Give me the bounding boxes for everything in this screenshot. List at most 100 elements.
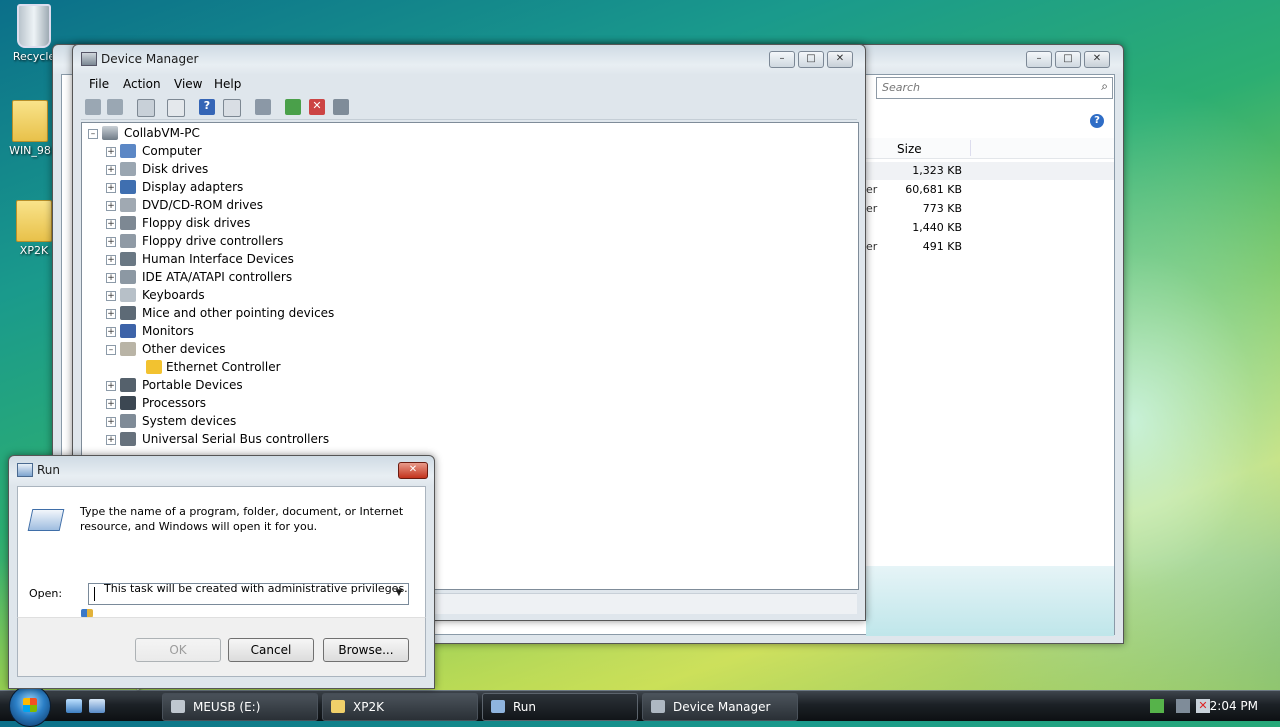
expand-icon[interactable]: + xyxy=(106,435,116,445)
menu-help[interactable]: Help xyxy=(214,77,241,91)
expand-icon[interactable]: + xyxy=(106,165,116,175)
folder-icon xyxy=(16,200,52,242)
show-hide-tree-icon[interactable] xyxy=(137,99,155,117)
search-placeholder: Search xyxy=(882,81,921,94)
expand-icon[interactable]: + xyxy=(106,147,116,157)
network-icon[interactable] xyxy=(1176,699,1190,713)
tree-item-label: Keyboards xyxy=(142,288,205,302)
expand-icon[interactable]: + xyxy=(106,381,116,391)
properties-icon[interactable] xyxy=(167,99,185,117)
title-bar[interactable]: Run ✕ xyxy=(9,456,434,484)
close-button[interactable]: ✕ xyxy=(398,462,428,479)
menu-view[interactable]: View xyxy=(174,77,202,91)
tree-item-label: Computer xyxy=(142,144,202,158)
expand-icon[interactable]: + xyxy=(106,183,116,193)
search-icon[interactable]: ⌕ xyxy=(1101,79,1108,94)
file-size: 1,323 KB xyxy=(912,164,962,177)
tree-item-label: Universal Serial Bus controllers xyxy=(142,432,330,446)
expand-icon[interactable]: + xyxy=(106,255,116,265)
details-pane xyxy=(866,566,1114,636)
search-input[interactable]: Search ⌕ xyxy=(876,77,1113,99)
volume-muted-icon[interactable]: ✕ xyxy=(1196,699,1210,713)
collapse-icon[interactable]: – xyxy=(88,129,98,139)
back-arrow-icon[interactable] xyxy=(85,99,101,115)
safely-remove-icon[interactable] xyxy=(1150,699,1164,713)
close-button[interactable]: ✕ xyxy=(827,51,853,68)
warning-device-icon xyxy=(146,360,162,374)
update-driver-icon[interactable] xyxy=(285,99,301,115)
scan-hardware-icon[interactable] xyxy=(255,99,271,115)
taskbar-item-meusb[interactable]: MEUSB (E:) xyxy=(162,693,318,721)
tree-item-label: Other devices xyxy=(142,342,226,356)
device-category-icon xyxy=(120,342,136,356)
tree-item-label: Display adapters xyxy=(142,180,244,194)
device-category-icon xyxy=(120,324,136,338)
minimize-button[interactable]: – xyxy=(1026,51,1052,68)
expand-icon[interactable]: + xyxy=(106,309,116,319)
file-row[interactable]: 1,323 KB xyxy=(866,162,1114,180)
file-row[interactable]: er 773 KB xyxy=(866,200,1114,218)
windows-logo-icon xyxy=(23,698,37,712)
ok-button[interactable]: OK xyxy=(135,638,221,662)
taskbar-item-device-manager[interactable]: Device Manager xyxy=(642,693,798,721)
open-label: Open: xyxy=(29,587,63,600)
device-category-icon xyxy=(120,378,136,392)
taskbar-item-xp2k[interactable]: XP2K xyxy=(322,693,478,721)
run-dialog[interactable]: Run ✕ Type the name of a program, folder… xyxy=(8,455,435,689)
menu-action[interactable]: Action xyxy=(123,77,161,91)
expand-icon[interactable]: + xyxy=(106,399,116,409)
drive-icon xyxy=(171,700,185,713)
device-category-icon xyxy=(120,216,136,230)
desktop-icon-label: WIN_98 xyxy=(9,144,51,157)
device-category-icon xyxy=(120,162,136,176)
expand-icon[interactable]: + xyxy=(106,417,116,427)
device-category-icon xyxy=(120,180,136,194)
start-button[interactable] xyxy=(9,685,51,727)
file-row[interactable]: 1,440 KB xyxy=(866,219,1114,237)
collapse-icon[interactable]: – xyxy=(106,345,116,355)
cancel-button[interactable]: Cancel xyxy=(228,638,314,662)
close-button[interactable]: ✕ xyxy=(1084,51,1110,68)
column-header-size[interactable]: Size xyxy=(897,142,922,156)
help-icon[interactable]: ? xyxy=(199,99,215,115)
expand-icon[interactable]: + xyxy=(106,201,116,211)
console-icon[interactable] xyxy=(223,99,241,117)
file-row[interactable]: er 60,681 KB xyxy=(866,181,1114,199)
run-content: Type the name of a program, folder, docu… xyxy=(17,486,426,621)
uninstall-icon[interactable]: ✕ xyxy=(309,99,325,115)
browse-button[interactable]: Browse... xyxy=(323,638,409,662)
show-desktop-icon[interactable] xyxy=(66,699,82,713)
help-icon[interactable]: ? xyxy=(1090,114,1104,128)
expand-icon[interactable]: + xyxy=(106,273,116,283)
run-icon xyxy=(491,700,505,713)
file-row[interactable]: er 491 KB xyxy=(866,238,1114,256)
device-category-icon xyxy=(120,270,136,284)
taskbar-item-run[interactable]: Run xyxy=(482,693,638,721)
device-category-icon xyxy=(120,432,136,446)
tree-item-label: Human Interface Devices xyxy=(142,252,294,266)
expand-icon[interactable]: + xyxy=(106,219,116,229)
device-category-icon xyxy=(120,198,136,212)
device-category-icon xyxy=(120,414,136,428)
computer-icon xyxy=(102,126,118,140)
expand-icon[interactable]: + xyxy=(106,291,116,301)
menu-file[interactable]: File xyxy=(89,77,109,91)
desktop-icon-win98[interactable]: WIN_98 xyxy=(0,100,60,157)
expand-icon[interactable]: + xyxy=(106,327,116,337)
switch-windows-icon[interactable] xyxy=(89,699,105,713)
expand-icon[interactable]: + xyxy=(106,237,116,247)
text-caret xyxy=(94,587,95,601)
maximize-button[interactable]: □ xyxy=(1055,51,1081,68)
disable-device-icon[interactable] xyxy=(333,99,349,115)
run-program-icon xyxy=(27,509,65,531)
clock[interactable]: 2:04 PM xyxy=(1210,699,1258,713)
title-bar[interactable]: Device Manager – □ ✕ xyxy=(73,45,865,73)
tree-item-label: System devices xyxy=(142,414,237,428)
tree-item-label: Mice and other pointing devices xyxy=(142,306,335,320)
tree-item-label: Ethernet Controller xyxy=(166,360,281,374)
device-manager-icon xyxy=(651,700,665,713)
maximize-button[interactable]: □ xyxy=(798,51,824,68)
minimize-button[interactable]: – xyxy=(769,51,795,68)
forward-arrow-icon[interactable] xyxy=(107,99,123,115)
device-category-icon xyxy=(120,144,136,158)
